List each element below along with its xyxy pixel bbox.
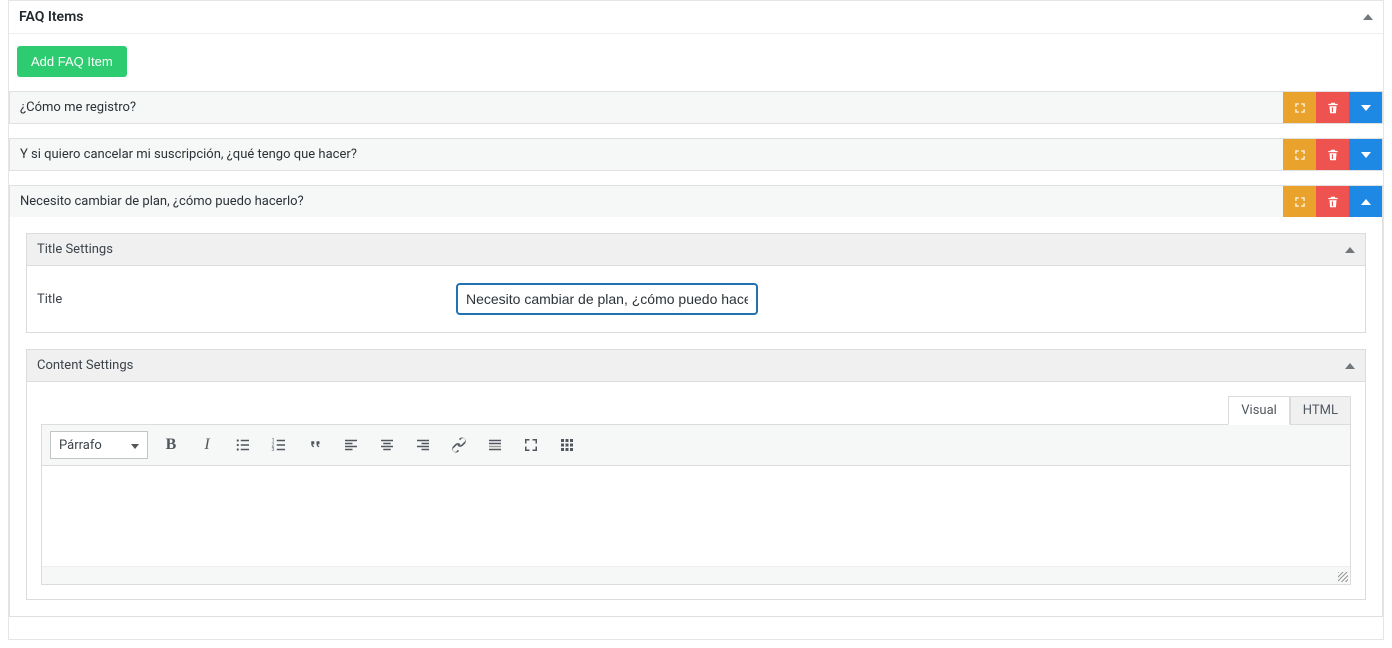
- faq-item-panel: Title Settings Title Content Settings: [9, 217, 1383, 617]
- numbered-list-button[interactable]: 123: [266, 432, 292, 458]
- editor-box: Párrafo B I 123: [41, 424, 1351, 585]
- collapse-metabox-icon[interactable]: [1363, 14, 1373, 20]
- trash-icon[interactable]: [1316, 92, 1349, 123]
- format-select[interactable]: Párrafo: [50, 431, 148, 459]
- tab-visual[interactable]: Visual: [1228, 396, 1290, 425]
- metabox-header: FAQ Items: [9, 1, 1383, 34]
- editor-content[interactable]: [42, 466, 1350, 566]
- metabox-title: FAQ Items: [19, 9, 83, 25]
- faq-item-row[interactable]: Necesito cambiar de plan, ¿cómo puedo ha…: [9, 185, 1383, 217]
- align-right-button[interactable]: [410, 432, 436, 458]
- content-settings-group: Content Settings Visual HTML Párrafo: [26, 349, 1366, 600]
- trash-icon[interactable]: [1316, 186, 1349, 217]
- editor-toolbar: Párrafo B I 123: [42, 425, 1350, 466]
- faq-item-title: Necesito cambiar de plan, ¿cómo puedo ha…: [10, 186, 1283, 217]
- faq-item-actions: [1283, 186, 1382, 217]
- faq-item-title: Y si quiero cancelar mi suscripción, ¿qu…: [10, 139, 1283, 170]
- tab-html[interactable]: HTML: [1290, 396, 1351, 425]
- title-settings-heading: Title Settings: [37, 242, 113, 257]
- expand-icon[interactable]: [1283, 92, 1316, 123]
- content-settings-heading: Content Settings: [37, 358, 133, 373]
- collapse-group-icon[interactable]: [1345, 247, 1355, 253]
- toggle-icon[interactable]: [1349, 186, 1382, 217]
- faq-item-title: ¿Cómo me registro?: [10, 92, 1283, 123]
- italic-button[interactable]: I: [194, 432, 220, 458]
- collapse-group-icon[interactable]: [1345, 363, 1355, 369]
- faq-item-row[interactable]: Y si quiero cancelar mi suscripción, ¿qu…: [9, 138, 1383, 171]
- expand-icon[interactable]: [1283, 186, 1316, 217]
- resize-grip-icon[interactable]: [1338, 572, 1348, 582]
- align-left-button[interactable]: [338, 432, 364, 458]
- insert-more-button[interactable]: [482, 432, 508, 458]
- blockquote-button[interactable]: [302, 432, 328, 458]
- title-input[interactable]: [457, 284, 757, 314]
- toggle-icon[interactable]: [1349, 139, 1382, 170]
- faq-item-actions: [1283, 92, 1382, 123]
- align-center-button[interactable]: [374, 432, 400, 458]
- toggle-icon[interactable]: [1349, 92, 1382, 123]
- faq-item-actions: [1283, 139, 1382, 170]
- bold-button[interactable]: B: [158, 432, 184, 458]
- add-faq-button[interactable]: Add FAQ Item: [17, 46, 127, 77]
- faq-item-row[interactable]: ¿Cómo me registro?: [9, 91, 1383, 124]
- toolbar-toggle-button[interactable]: [554, 432, 580, 458]
- title-settings-group: Title Settings Title: [26, 233, 1366, 333]
- expand-icon[interactable]: [1283, 139, 1316, 170]
- fullscreen-button[interactable]: [518, 432, 544, 458]
- editor-statusbar: [42, 566, 1350, 584]
- svg-text:3: 3: [272, 447, 275, 453]
- faq-list: ¿Cómo me registro? Y si qu: [9, 91, 1383, 617]
- link-button[interactable]: [446, 432, 472, 458]
- title-label: Title: [37, 292, 437, 307]
- bullet-list-button[interactable]: [230, 432, 256, 458]
- trash-icon[interactable]: [1316, 139, 1349, 170]
- editor-tabs: Visual HTML: [41, 396, 1351, 425]
